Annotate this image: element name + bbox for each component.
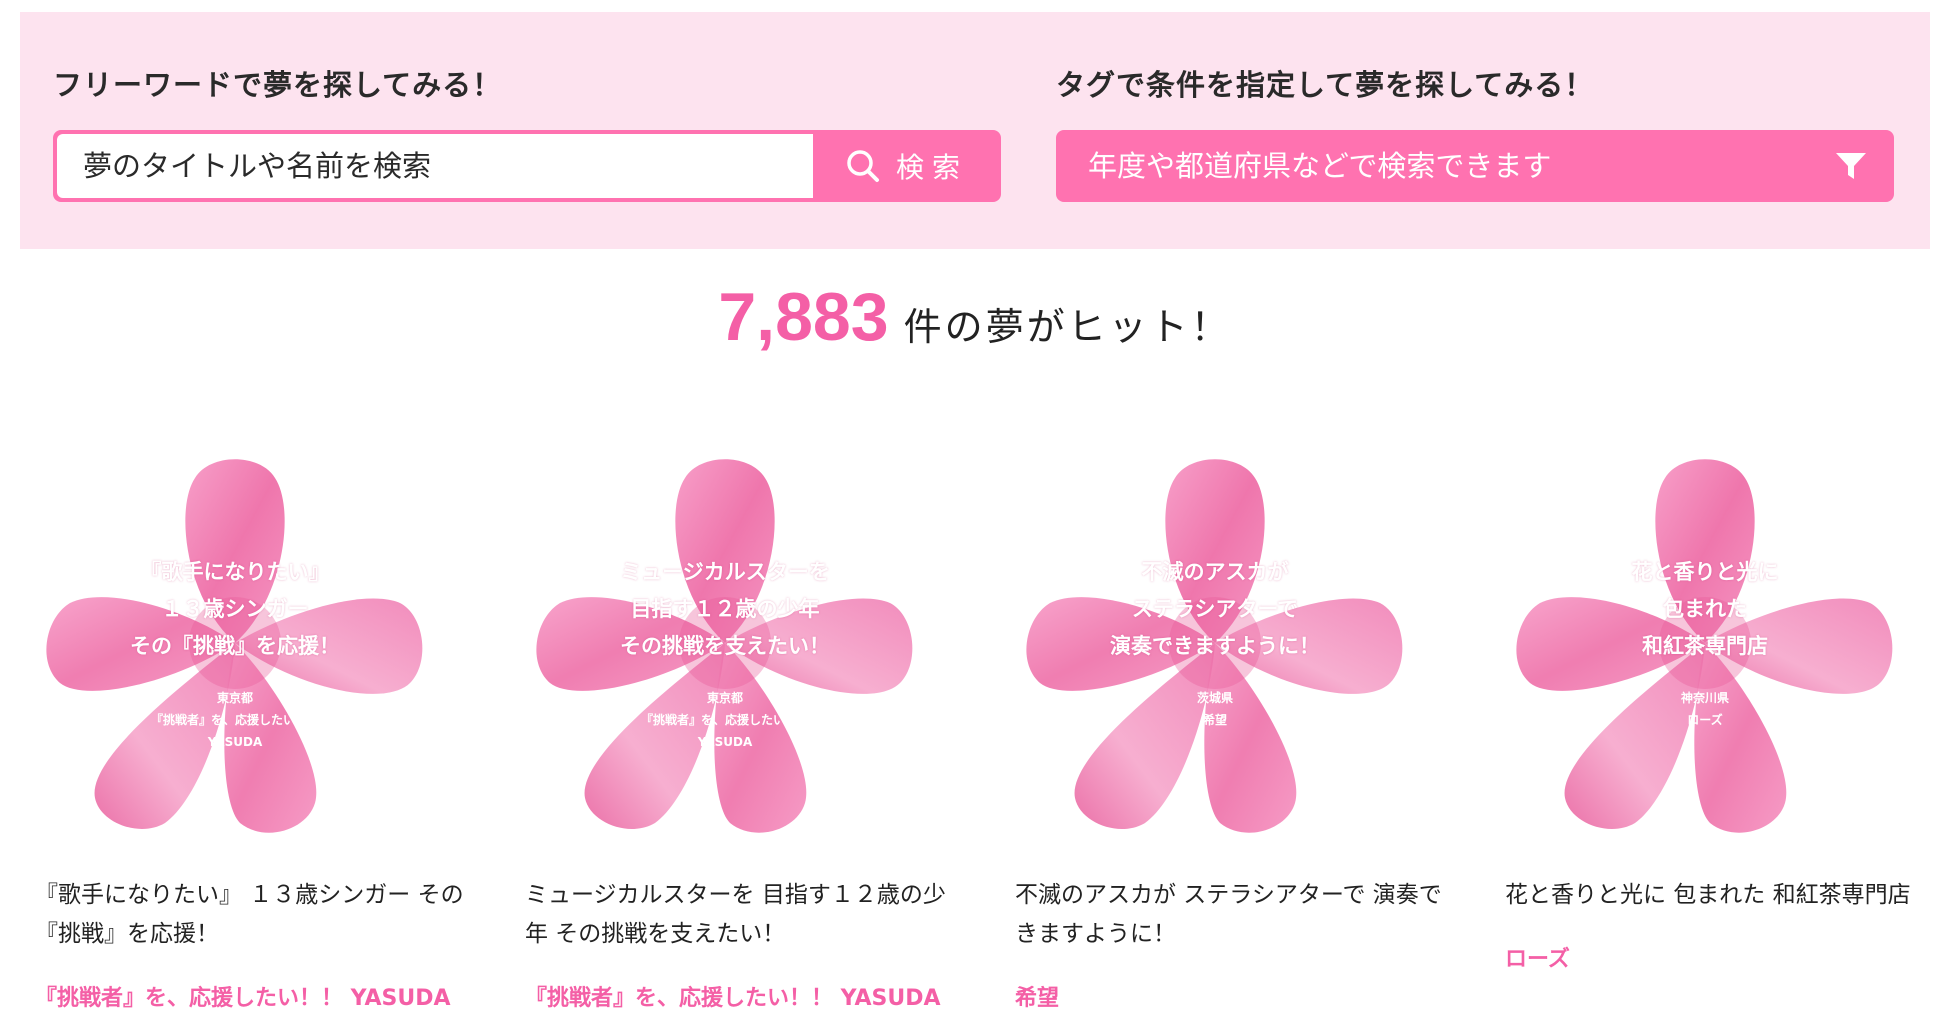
result-count: 7,883 <box>718 279 889 355</box>
result-count-suffix: 件の夢がヒット！ <box>903 305 1232 349</box>
dream-card[interactable]: 不滅のアスカが ステラシアターで 演奏できますように！ 茨城県 希望 不滅のアス… <box>1005 438 1442 1018</box>
flower-meta: 東京都 『挑戦者』を、応援したい！！ YASUDA <box>25 687 445 753</box>
card-author[interactable]: 希望 <box>1015 980 1059 1012</box>
flower-prefecture: 東京都 <box>706 691 743 705</box>
card-title[interactable]: 不滅のアスカが ステラシアターで 演奏できますように！ <box>1015 876 1455 954</box>
card-title[interactable]: 『歌手になりたい』 １３歳シンガー その『挑戦』を応援！ <box>35 876 475 954</box>
card-author[interactable]: 『挑戦者』を、応援したい！！ YASUDA <box>35 980 451 1012</box>
flower-supporter-name: YASUDA <box>207 735 263 749</box>
search-button-label: 検索 <box>895 151 968 184</box>
tag-filter-select[interactable]: 年度や都道府県などで検索できます <box>1056 130 1894 202</box>
sakura-flower-image[interactable]: 花と香りと光に 包まれた 和紅茶専門店 神奈川県 ローズ <box>1495 438 1915 838</box>
flower-prefecture: 神奈川県 <box>1680 691 1729 705</box>
sakura-flower-image[interactable]: ミュージカルスターを 目指す１２歳の少年 その挑戦を支えたい！ 東京都 『挑戦者… <box>515 438 935 838</box>
sakura-flower-image[interactable]: 不滅のアスカが ステラシアターで 演奏できますように！ 茨城県 希望 <box>1005 438 1425 838</box>
dream-card[interactable]: 『歌手になりたい』 １３歳シンガー その『挑戦』を応援！ 東京都 『挑戦者』を、… <box>25 438 464 1018</box>
card-title[interactable]: ミュージカルスターを 目指す１２歳の少年 その挑戦を支えたい！ <box>525 876 965 954</box>
flower-meta: 東京都 『挑戦者』を、応援したい！！ YASUDA <box>515 687 935 753</box>
flower-supporter: 『挑戦者』を、応援したい！！ <box>150 713 319 727</box>
flower-meta: 茨城県 希望 <box>1005 687 1425 731</box>
keyword-search-box: 夢のタイトルや名前を検索 検索 <box>53 130 1001 202</box>
flower-meta: 神奈川県 ローズ <box>1495 687 1915 731</box>
flower-prefecture: 茨城県 <box>1196 691 1233 705</box>
search-icon <box>847 150 879 182</box>
dream-card[interactable]: 花と香りと光に 包まれた 和紅茶専門店 神奈川県 ローズ 花と香りと光に 包まれ… <box>1495 438 1915 1018</box>
search-button[interactable]: 検索 <box>813 130 1001 202</box>
flower-supporter-name: YASUDA <box>697 735 753 749</box>
tag-search-heading: タグで条件を指定して夢を探してみる！ <box>1056 68 1595 102</box>
flower-supporter: ローズ <box>1687 713 1723 727</box>
dream-card[interactable]: ミュージカルスターを 目指す１２歳の少年 その挑戦を支えたい！ 東京都 『挑戦者… <box>515 438 946 1018</box>
flower-supporter: 『挑戦者』を、応援したい！！ <box>640 713 809 727</box>
card-title[interactable]: 花と香りと光に 包まれた 和紅茶専門店 <box>1505 876 1945 915</box>
keyword-search-input[interactable]: 夢のタイトルや名前を検索 <box>57 134 813 198</box>
card-author[interactable]: 『挑戦者』を、応援したい！！ YASUDA <box>525 980 941 1012</box>
flower-title: 『歌手になりたい』 １３歳シンガー その『挑戦』を応援！ <box>130 560 340 658</box>
flower-title: ミュージカルスターを 目指す１２歳の少年 その挑戦を支えたい！ <box>620 560 830 658</box>
search-panel: フリーワードで夢を探してみる！ 夢のタイトルや名前を検索 検索 タグで条件を指定… <box>20 12 1930 249</box>
flower-title: 花と香りと光に 包まれた 和紅茶専門店 <box>1631 560 1779 658</box>
filter-icon <box>1836 153 1866 179</box>
sakura-flower-image[interactable]: 『歌手になりたい』 １３歳シンガー その『挑戦』を応援！ 東京都 『挑戦者』を、… <box>25 438 445 838</box>
flower-supporter: 希望 <box>1202 713 1227 727</box>
keyword-search-heading: フリーワードで夢を探してみる！ <box>53 68 503 102</box>
result-count-line: 7,883 件の夢がヒット！ <box>0 278 1950 356</box>
card-author[interactable]: ローズ <box>1505 941 1570 973</box>
flower-title: 不滅のアスカが ステラシアターで 演奏できますように！ <box>1110 560 1320 658</box>
tag-filter-placeholder: 年度や都道府県などで検索できます <box>1088 149 1552 183</box>
flower-prefecture: 東京都 <box>216 691 253 705</box>
